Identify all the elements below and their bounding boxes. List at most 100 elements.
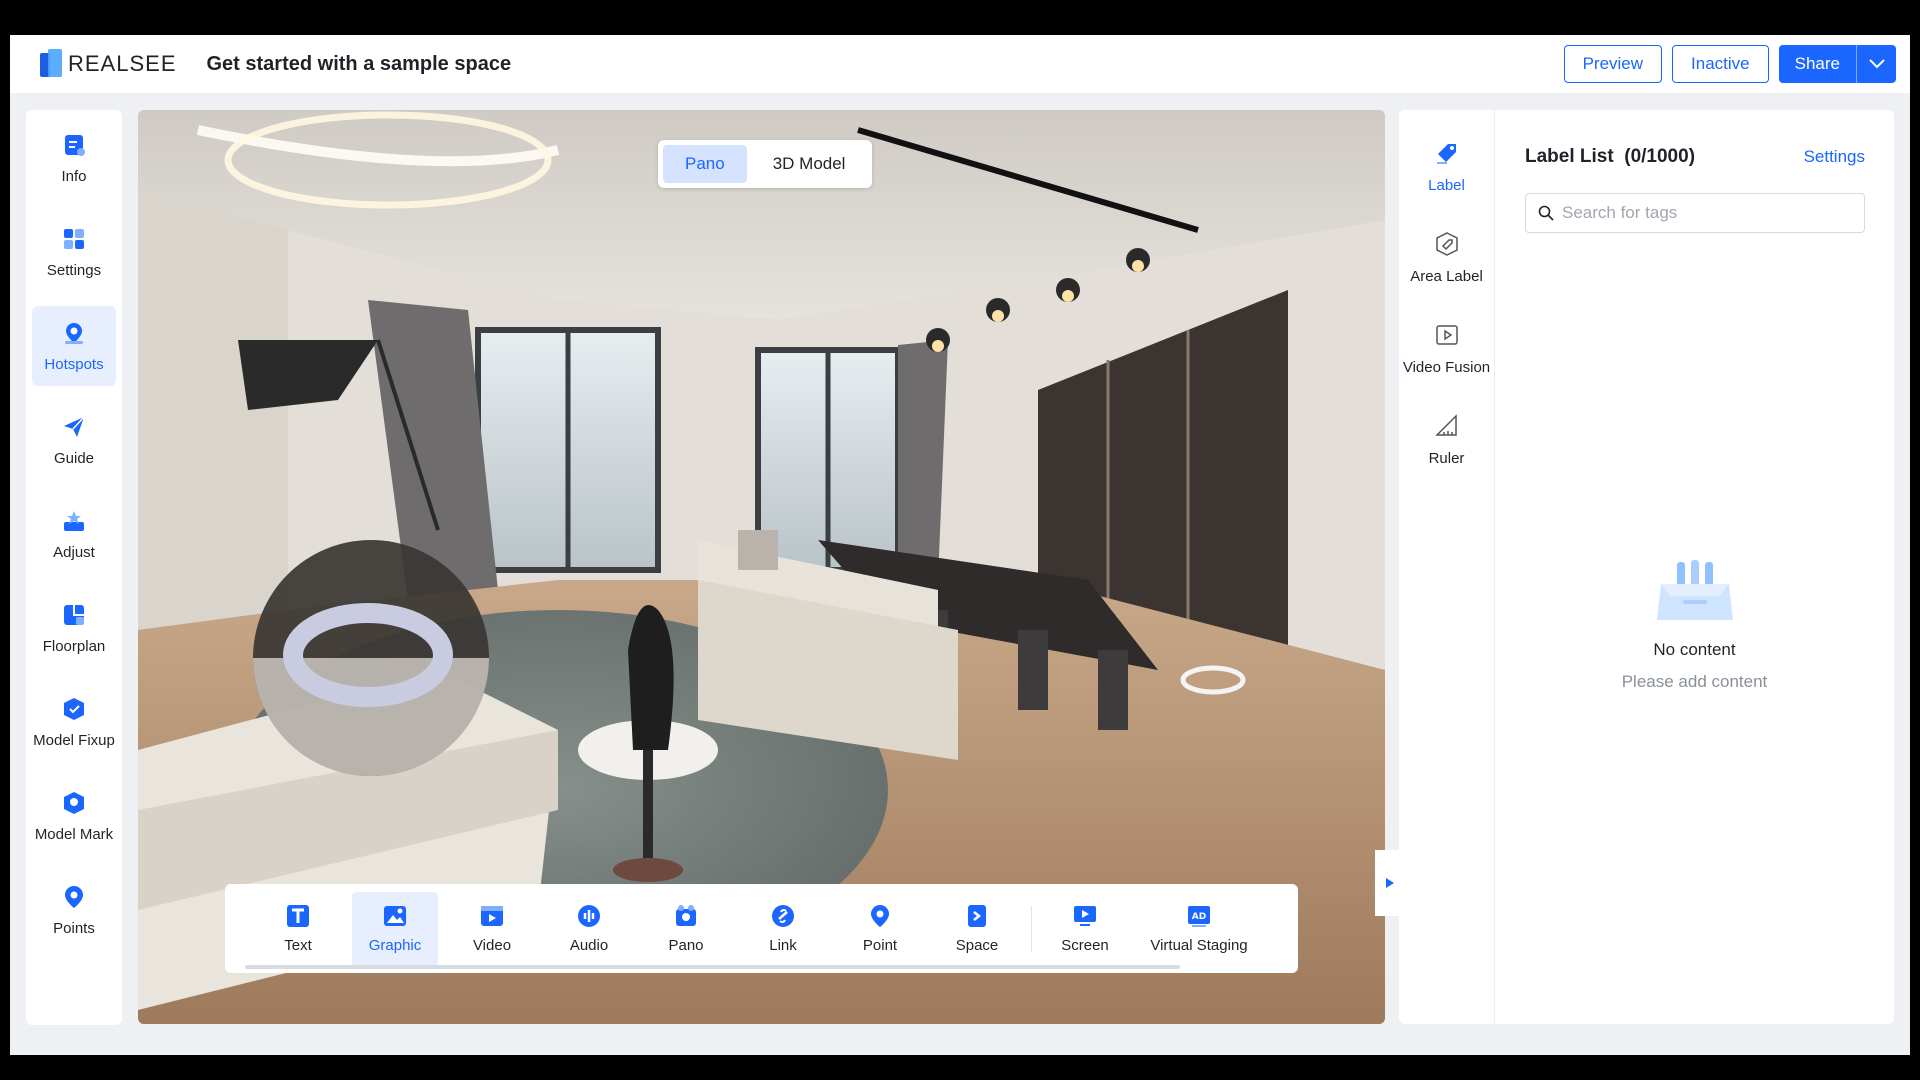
sidebar-item-label: Points	[53, 920, 95, 937]
point-icon	[871, 905, 889, 927]
info-icon	[65, 135, 85, 156]
caret-right-icon	[1386, 878, 1394, 888]
tab-label-text: Area Label	[1410, 268, 1483, 285]
label-list-header: Label List (0/1000) Settings	[1525, 146, 1865, 168]
tab-ruler[interactable]: Ruler	[1399, 391, 1494, 476]
hotspots-icon	[65, 323, 83, 344]
sidebar-item-model-mark[interactable]: Model Mark	[32, 776, 116, 856]
hotspot-text-button[interactable]: Text	[255, 892, 341, 966]
tab-area-label[interactable]: Area Label	[1399, 209, 1494, 294]
share-dropdown-toggle[interactable]	[1856, 45, 1896, 83]
virtual-staging-icon: AD	[1188, 906, 1210, 927]
hotspot-audio-button[interactable]: Audio	[546, 892, 632, 966]
sidebar-item-points[interactable]: Points	[32, 870, 116, 950]
pano-mode-button[interactable]: Pano	[663, 145, 747, 183]
page-title: Get started with a sample space	[206, 52, 512, 75]
tab-label-text: Label	[1428, 177, 1465, 194]
hotspot-label: Point	[862, 937, 898, 954]
hotspot-video-button[interactable]: Video	[449, 892, 535, 966]
hotspot-virtual-staging-button[interactable]: AD Virtual Staging	[1139, 892, 1259, 966]
sidebar-item-label: Model Fixup	[33, 732, 115, 749]
share-button[interactable]: Share	[1778, 45, 1856, 83]
graphic-icon	[384, 906, 406, 926]
guide-icon	[64, 416, 85, 437]
text-icon	[287, 905, 309, 927]
tab-label-text: Video Fusion	[1402, 359, 1491, 376]
toolbar-divider	[1031, 905, 1032, 952]
left-sidebar: Info Settings Hotspots Guide Adjust Floo…	[26, 110, 122, 1025]
screen-icon	[1074, 906, 1096, 926]
search-icon	[1538, 205, 1554, 221]
label-list-title-text: Label List	[1525, 146, 1614, 167]
hotspot-label: Screen	[1061, 937, 1109, 954]
model-mark-icon	[64, 792, 84, 814]
area-label-icon	[1435, 232, 1458, 256]
hotspot-label: Audio	[569, 937, 609, 954]
adjust-icon	[64, 511, 84, 531]
video-fusion-icon	[1435, 325, 1458, 345]
sidebar-item-label: Model Mark	[34, 826, 114, 843]
model-fixup-icon	[64, 698, 84, 720]
hotspot-point-button[interactable]: Point	[837, 892, 923, 966]
sidebar-item-label: Guide	[53, 450, 95, 467]
sidebar-item-label: Settings	[46, 262, 102, 279]
toolbar-scrollbar[interactable]	[245, 965, 1180, 969]
pano-viewer[interactable]: Pano 3D Model Text Graphic Video Audio P…	[138, 110, 1385, 1024]
header-actions: Preview Inactive Share	[1563, 35, 1896, 93]
inactive-button[interactable]: Inactive	[1672, 45, 1769, 83]
empty-subtitle: Please add content	[1621, 672, 1768, 691]
chevron-down-icon	[1868, 59, 1885, 69]
hotspot-label: Graphic	[368, 937, 422, 954]
hotspot-label: Video	[472, 937, 512, 954]
sidebar-item-guide[interactable]: Guide	[32, 400, 116, 480]
tag-search-input[interactable]	[1562, 203, 1852, 223]
svg-text:AD: AD	[1192, 912, 1206, 922]
label-icon	[1436, 144, 1456, 164]
hotspot-link-button[interactable]: Link	[740, 892, 826, 966]
share-split-button: Share	[1778, 45, 1896, 83]
hotspot-space-button[interactable]: Space	[934, 892, 1020, 966]
hotspot-label: Text	[284, 937, 312, 954]
ruler-icon	[1434, 414, 1457, 436]
sidebar-item-label: Info	[61, 168, 87, 185]
empty-box-icon	[1656, 560, 1733, 620]
logo-icon	[40, 49, 62, 79]
right-panel: Label Area Label Video Fusion Ruler Labe…	[1399, 110, 1894, 1024]
label-settings-link[interactable]: Settings	[1804, 147, 1865, 167]
brand-logo: REALSEE	[40, 49, 177, 79]
video-icon	[481, 906, 503, 926]
sidebar-item-info[interactable]: Info	[32, 118, 116, 198]
brand-name: REALSEE	[68, 51, 177, 76]
right-panel-tabs: Label Area Label Video Fusion Ruler	[1399, 110, 1495, 1024]
top-header: REALSEE Get started with a sample space …	[10, 35, 1910, 93]
sidebar-item-label: Hotspots	[44, 356, 104, 373]
hotspot-label: Virtual Staging	[1150, 937, 1248, 954]
hotspot-type-toolbar: Text Graphic Video Audio Pano Link Point…	[225, 884, 1298, 973]
empty-state: No content Please add content	[1495, 558, 1894, 692]
model-mode-button[interactable]: 3D Model	[751, 145, 868, 183]
hotspot-label: Link	[769, 937, 797, 954]
empty-title: No content	[1653, 640, 1736, 659]
sidebar-item-adjust[interactable]: Adjust	[32, 494, 116, 574]
hotspot-label: Pano	[668, 937, 704, 954]
preview-button[interactable]: Preview	[1563, 45, 1663, 83]
sidebar-item-settings[interactable]: Settings	[32, 212, 116, 292]
sidebar-item-hotspots[interactable]: Hotspots	[32, 306, 116, 386]
sidebar-item-floorplan[interactable]: Floorplan	[32, 588, 116, 668]
tab-label[interactable]: Label	[1399, 118, 1494, 203]
label-list-panel: Label List (0/1000) Settings No co	[1495, 110, 1894, 1024]
space-icon	[968, 905, 986, 927]
label-list-title: Label List (0/1000)	[1525, 146, 1695, 168]
hotspot-pano-button[interactable]: Pano	[643, 892, 729, 966]
tab-video-fusion[interactable]: Video Fusion	[1399, 300, 1494, 385]
link-icon	[772, 905, 794, 927]
label-count: (0/1000)	[1624, 146, 1696, 167]
sidebar-item-model-fixup[interactable]: Model Fixup	[32, 682, 116, 762]
hotspot-screen-button[interactable]: Screen	[1042, 892, 1128, 966]
view-mode-toggle: Pano 3D Model	[658, 140, 873, 188]
hotspot-graphic-button[interactable]: Graphic	[352, 891, 438, 966]
sidebar-item-label: Floorplan	[42, 638, 106, 655]
tab-label-text: Ruler	[1428, 450, 1465, 467]
audio-icon	[578, 905, 600, 927]
tag-search-box	[1525, 193, 1865, 233]
